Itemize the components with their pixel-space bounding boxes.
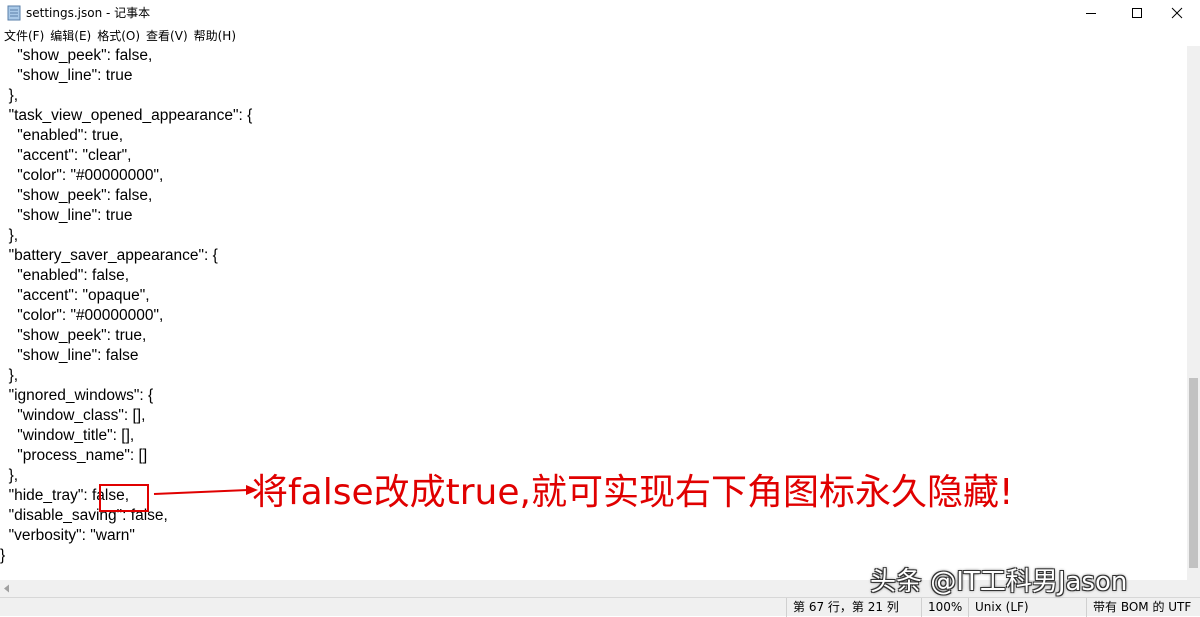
watermark: 头条 @IT工科男Jason [870, 567, 1128, 597]
menu-file[interactable]: 文件(F) [0, 26, 47, 46]
code-line: "battery_saver_appearance": { [0, 247, 218, 264]
code-line: "show_line": true [0, 207, 133, 224]
code-line: "enabled": false, [0, 267, 130, 284]
code-line: "color": "#00000000", [0, 167, 164, 184]
code-line: }, [0, 467, 19, 484]
close-button[interactable] [1154, 0, 1200, 26]
menu-help[interactable]: 帮助(H) [191, 26, 239, 46]
code-line: "show_peek": true, [0, 327, 147, 344]
maximize-icon [1132, 8, 1142, 18]
code-line: "task_view_opened_appearance": { [0, 107, 253, 124]
code-line: "enabled": true, [0, 127, 124, 144]
code-line: "show_peek": false, [0, 187, 153, 204]
status-encoding: 带有 BOM 的 UTF [1086, 598, 1200, 617]
title-bar: settings.json - 记事本 [0, 0, 1200, 26]
code-line: "ignored_windows": { [0, 387, 154, 404]
scrollbar-thumb[interactable] [1189, 378, 1198, 568]
annotation-text: 将false改成true,就可实现右下角图标永久隐藏! [252, 472, 1014, 513]
minimize-icon [1086, 13, 1096, 14]
code-line: "process_name": [] [0, 447, 148, 464]
code-line: } [0, 547, 6, 564]
code-line: "accent": "clear", [0, 147, 132, 164]
code-line: "show_peek": false, [0, 47, 153, 64]
code-line: "verbosity": "warn" [0, 527, 135, 544]
code-line: }, [0, 367, 19, 384]
highlight-box [99, 484, 149, 512]
notepad-icon [7, 5, 21, 21]
code-line: "show_line": false [0, 347, 139, 364]
menu-bar: 文件(F) 编辑(E) 格式(O) 查看(V) 帮助(H) [0, 26, 1200, 46]
code-line: }, [0, 87, 19, 104]
minimize-button[interactable] [1068, 0, 1114, 26]
code-line: "color": "#00000000", [0, 307, 164, 324]
window-title: settings.json - 记事本 [26, 6, 151, 20]
menu-view[interactable]: 查看(V) [143, 26, 191, 46]
code-line: }, [0, 227, 19, 244]
scroll-left-icon[interactable] [3, 584, 11, 593]
arrow-icon [153, 485, 258, 495]
code-line: "accent": "opaque", [0, 287, 150, 304]
close-icon [1171, 7, 1183, 19]
code-line: "window_class": [], [0, 407, 146, 424]
code-line: "show_line": true [0, 67, 133, 84]
menu-edit[interactable]: 编辑(E) [47, 26, 94, 46]
menu-format[interactable]: 格式(O) [94, 26, 143, 46]
status-zoom: 100% [921, 598, 968, 617]
status-line-ending: Unix (LF) [968, 598, 1086, 617]
status-bar: 第 67 行，第 21 列 100% Unix (LF) 带有 BOM 的 UT… [0, 597, 1200, 617]
status-cursor-position: 第 67 行，第 21 列 [786, 598, 921, 617]
vertical-scrollbar[interactable] [1187, 46, 1200, 580]
scrollbar-corner [1187, 580, 1200, 597]
code-line: "window_title": [], [0, 427, 135, 444]
